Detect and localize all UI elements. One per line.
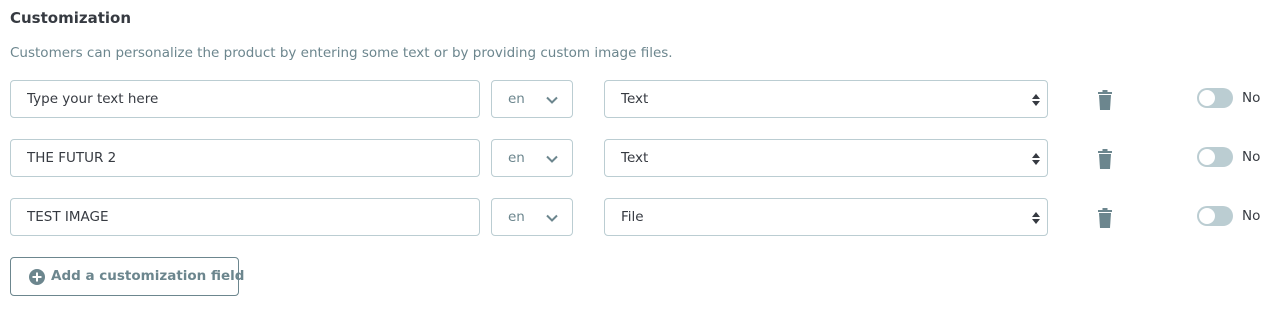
trash-icon[interactable] bbox=[1097, 90, 1113, 110]
toggle-knob bbox=[1199, 208, 1215, 224]
required-toggle[interactable] bbox=[1197, 147, 1233, 167]
required-toggle-label: No bbox=[1242, 208, 1261, 224]
required-toggle[interactable] bbox=[1197, 88, 1233, 108]
chevron-down-icon bbox=[546, 155, 558, 163]
customization-field-row: en Text No bbox=[0, 80, 1277, 120]
required-toggle-label: No bbox=[1242, 149, 1261, 165]
language-value: en bbox=[508, 150, 525, 166]
language-dropdown[interactable]: en bbox=[491, 139, 573, 177]
add-customization-field-button[interactable]: Add a customization field bbox=[10, 257, 244, 296]
field-label-input[interactable] bbox=[10, 80, 480, 118]
trash-icon[interactable] bbox=[1097, 208, 1113, 228]
field-type-select[interactable]: Text bbox=[604, 80, 1048, 118]
customization-panel: Customization Customers can personalize … bbox=[0, 0, 1277, 320]
chevron-down-icon bbox=[546, 214, 558, 222]
select-arrows-icon bbox=[1032, 153, 1040, 165]
field-type-value: File bbox=[621, 209, 644, 225]
section-help-text: Customers can personalize the product by… bbox=[10, 45, 673, 61]
customization-field-row: en Text No bbox=[0, 139, 1277, 179]
add-button-label: Add a customization field bbox=[51, 268, 245, 284]
required-toggle-label: No bbox=[1242, 90, 1261, 106]
field-type-value: Text bbox=[621, 150, 649, 166]
language-value: en bbox=[508, 91, 525, 107]
toggle-knob bbox=[1199, 149, 1215, 165]
chevron-down-icon bbox=[546, 96, 558, 104]
language-dropdown[interactable]: en bbox=[491, 198, 573, 236]
select-arrows-icon bbox=[1032, 212, 1040, 224]
field-label-input[interactable] bbox=[10, 198, 480, 236]
language-value: en bbox=[508, 209, 525, 225]
trash-icon[interactable] bbox=[1097, 149, 1113, 169]
customization-field-row: en File No bbox=[0, 198, 1277, 238]
field-type-select[interactable]: Text bbox=[604, 139, 1048, 177]
section-title: Customization bbox=[10, 9, 132, 27]
select-arrows-icon bbox=[1032, 94, 1040, 106]
language-dropdown[interactable]: en bbox=[491, 80, 573, 118]
toggle-knob bbox=[1199, 90, 1215, 106]
field-type-select[interactable]: File bbox=[604, 198, 1048, 236]
plus-circle-icon bbox=[29, 269, 45, 285]
field-label-input[interactable] bbox=[10, 139, 480, 177]
field-type-value: Text bbox=[621, 91, 649, 107]
required-toggle[interactable] bbox=[1197, 206, 1233, 226]
